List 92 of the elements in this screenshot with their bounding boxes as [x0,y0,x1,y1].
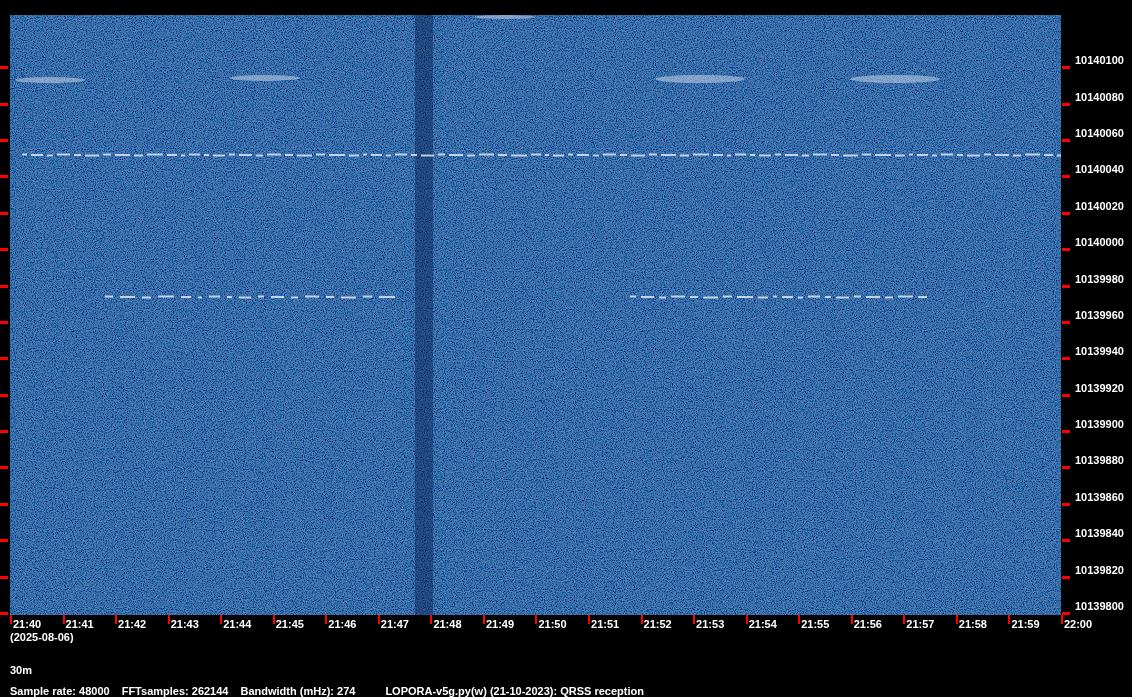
frequency-label: 10139980 [1075,272,1124,285]
time-label: 21:45 [275,618,304,630]
tick-mark [798,615,801,624]
time-label: 21:48 [433,618,462,630]
time-label: 21:55 [801,618,830,630]
time-label: 21:44 [223,618,252,630]
tick-mark [430,615,433,624]
time-label: 21:52 [643,618,672,630]
tick-mark [0,284,8,288]
tick-mark [1062,66,1070,70]
tick-mark [115,615,118,624]
time-label: 21:56 [853,618,882,630]
frequency-label: 10140020 [1075,199,1124,212]
tick-mark [955,615,958,624]
tick-mark [0,466,8,470]
time-label: 21:57 [906,618,935,630]
tick-mark [0,393,8,397]
time-label: 21:47 [380,618,409,630]
time-label: 21:50 [538,618,567,630]
frequency-label: 10139820 [1075,563,1124,576]
tick-mark [850,615,853,624]
tick-mark [1062,502,1070,506]
tick-mark [1062,175,1070,179]
tick-mark [0,357,8,361]
tick-mark [640,615,643,624]
tick-mark [482,615,485,624]
time-label: 21:42 [118,618,147,630]
tick-mark [62,615,65,624]
time-label: 21:46 [328,618,357,630]
tick-mark [1062,211,1070,215]
tick-mark [0,430,8,434]
tick-mark [0,539,8,543]
tick-mark [272,615,275,624]
tick-mark [1062,466,1070,470]
frequency-label: 10140060 [1075,126,1124,139]
time-label: 21:54 [748,618,777,630]
time-label: 21:43 [170,618,199,630]
tick-mark [0,102,8,106]
frequency-label: 10139900 [1075,418,1124,431]
tick-mark [0,575,8,579]
info-text: Sample rate: 48000 [10,685,110,697]
tick-mark [220,615,223,624]
info-text: LOPORA-v5g.py(w) (21-10-2023): QRSS reception [385,685,644,697]
info-text: FFTsamples: 262144 [121,685,229,697]
time-label: 21:41 [65,618,94,630]
tick-mark [1062,539,1070,543]
time-label: 21:58 [958,618,987,630]
time-label: 21:49 [485,618,515,630]
tick-mark [377,615,380,624]
frequency-label: 10140080 [1075,90,1124,103]
tick-mark [0,175,8,179]
frequency-label: 10139940 [1075,345,1124,358]
tick-mark [1062,357,1070,361]
tick-mark [0,248,8,252]
time-label: 21:59 [1011,618,1040,630]
band-label: 30m [10,664,33,676]
frequency-label: 10139920 [1075,381,1124,394]
tick-mark [0,138,8,142]
time-label: 21:51 [591,618,620,630]
tick-mark [1008,615,1011,624]
date-label: (2025-08-06) [10,631,74,643]
frequency-label: 10139840 [1075,527,1124,540]
info-text: Bandwidth (mHz): 274 [240,685,356,697]
tick-mark [0,502,8,506]
tick-mark [1062,320,1070,324]
tick-mark [1062,284,1070,288]
frequency-label: 10139860 [1075,490,1124,503]
tick-mark [1062,138,1070,142]
frequency-label: 10139880 [1075,454,1124,467]
time-label: 21:40 [13,618,42,630]
time-label: 21:53 [696,618,725,630]
tick-mark [588,615,590,624]
frequency-label: 10139800 [1075,600,1124,613]
tick-mark [745,615,748,624]
tick-mark [0,211,8,215]
tick-mark [693,615,696,624]
tick-mark [1062,430,1070,434]
frequency-label: 10140000 [1075,236,1124,249]
tick-mark [903,615,906,624]
frequency-label: 10139960 [1075,308,1124,321]
time-label: 22:00 [1063,618,1093,630]
tick-mark [325,615,328,624]
tick-mark [1062,393,1070,397]
tick-mark [0,66,8,70]
tick-mark [0,320,8,324]
tick-mark [535,615,538,624]
frequency-label: 10140040 [1075,163,1124,176]
tick-mark [1062,575,1070,579]
tick-mark [167,615,170,624]
tick-mark [1062,248,1070,252]
tick-mark [1062,102,1070,106]
frequency-label: 10140100 [1075,54,1124,67]
